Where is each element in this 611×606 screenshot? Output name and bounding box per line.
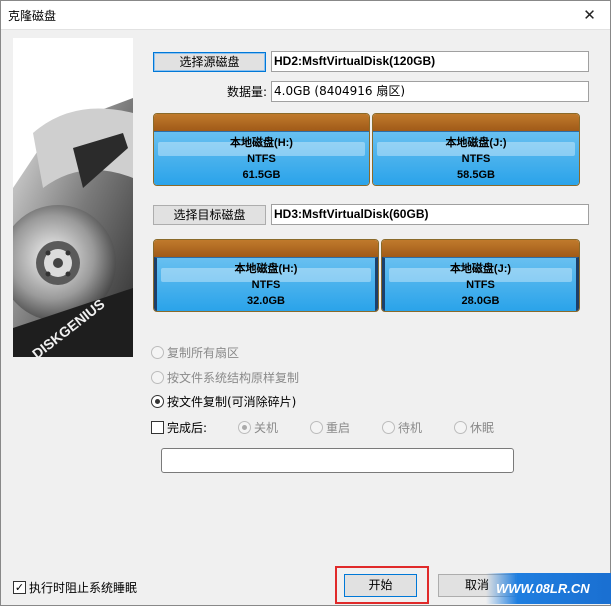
after-completion-checkbox[interactable]: 完成后: <box>151 419 207 436</box>
radio-button-selected[interactable] <box>151 395 164 408</box>
radio-button[interactable] <box>310 421 323 434</box>
after-option-label: 重启 <box>326 421 351 435</box>
source-partition-j[interactable]: 本地磁盘(J:) NTFS 58.5GB <box>372 113 580 186</box>
partition-fs: NTFS <box>247 153 276 165</box>
prevent-sleep-label: 执行时阻止系统睡眠 <box>29 581 138 595</box>
partition-fs: NTFS <box>466 279 495 291</box>
radio-button[interactable] <box>151 371 164 384</box>
checkbox[interactable] <box>151 421 164 434</box>
after-option-label: 关机 <box>254 421 279 435</box>
copy-all-sectors-option[interactable]: 复制所有扇区 <box>151 344 239 361</box>
select-source-disk-button[interactable]: 选择源磁盘 <box>153 52 266 72</box>
copy-all-sectors-label: 复制所有扇区 <box>167 346 240 360</box>
partition-header <box>154 114 369 131</box>
copy-by-file-label: 按文件复制(可消除碎片) <box>167 395 297 409</box>
copy-by-file-option[interactable]: 按文件复制(可消除碎片) <box>151 393 296 410</box>
select-target-disk-button[interactable]: 选择目标磁盘 <box>153 205 266 225</box>
partition-size: 32.0GB <box>247 295 285 307</box>
copy-by-structure-label: 按文件系统结构原样复制 <box>167 371 300 385</box>
after-option-label: 待机 <box>398 421 423 435</box>
partition-fs: NTFS <box>461 153 491 165</box>
partition-size: 58.5GB <box>457 169 495 181</box>
partition-fs: NTFS <box>251 279 281 291</box>
prevent-sleep-checkbox[interactable]: ✓ 执行时阻止系统睡眠 <box>13 579 137 596</box>
diskgenius-illustration: DISKGENIUS <box>13 38 133 357</box>
target-partition-h[interactable]: 本地磁盘(H:) NTFS 32.0GB <box>153 239 379 312</box>
partition-header <box>154 240 378 257</box>
after-option-label: 休眠 <box>470 421 495 435</box>
close-button[interactable]: ✕ <box>569 1 610 29</box>
after-restart-option[interactable]: 重启 <box>310 419 350 436</box>
partition-header <box>373 114 579 131</box>
radio-button[interactable] <box>151 346 164 359</box>
partition-size: 61.5GB <box>242 169 281 181</box>
partition-header <box>382 240 579 257</box>
data-amount-field: 4.0GB (8404916 扇区) <box>271 81 589 102</box>
source-partition-h[interactable]: 本地磁盘(H:) NTFS 61.5GB <box>153 113 370 186</box>
target-disk-field: HD3:MsftVirtualDisk(60GB) <box>271 204 589 225</box>
partition-name: 本地磁盘(J:) <box>449 263 512 275</box>
partition-size: 28.0GB <box>461 295 500 307</box>
after-hibernate-option[interactable]: 休眠 <box>454 419 494 436</box>
clone-disk-dialog: 克隆磁盘 ✕ DISKGENIUS 选择源磁盘 HD2:MsftVirtualD… <box>0 0 611 606</box>
target-partition-j[interactable]: 本地磁盘(J:) NTFS 28.0GB <box>381 239 580 312</box>
start-button[interactable]: 开始 <box>344 574 417 597</box>
partition-name: 本地磁盘(H:) <box>234 263 298 275</box>
partition-name: 本地磁盘(H:) <box>230 137 293 149</box>
data-amount-label: 数据量: <box>227 85 268 99</box>
source-disk-field: HD2:MsftVirtualDisk(120GB) <box>271 51 589 72</box>
radio-button[interactable] <box>454 421 467 434</box>
title-bar: 克隆磁盘 ✕ <box>1 1 610 29</box>
progress-text-box <box>161 448 514 473</box>
hard-disk-icon: DISKGENIUS <box>13 38 133 357</box>
checkbox-checked[interactable]: ✓ <box>13 581 26 594</box>
after-completion-label: 完成后: <box>167 421 208 435</box>
after-shutdown-option[interactable]: 关机 <box>238 419 278 436</box>
radio-button[interactable] <box>382 421 395 434</box>
partition-name: 本地磁盘(J:) <box>445 137 507 149</box>
after-standby-option[interactable]: 待机 <box>382 419 422 436</box>
copy-by-structure-option[interactable]: 按文件系统结构原样复制 <box>151 369 299 386</box>
window-title: 克隆磁盘 <box>8 9 57 23</box>
watermark-banner: WWW.08LR.CN <box>486 573 611 604</box>
radio-button[interactable] <box>238 421 251 434</box>
title-separator <box>1 29 610 30</box>
